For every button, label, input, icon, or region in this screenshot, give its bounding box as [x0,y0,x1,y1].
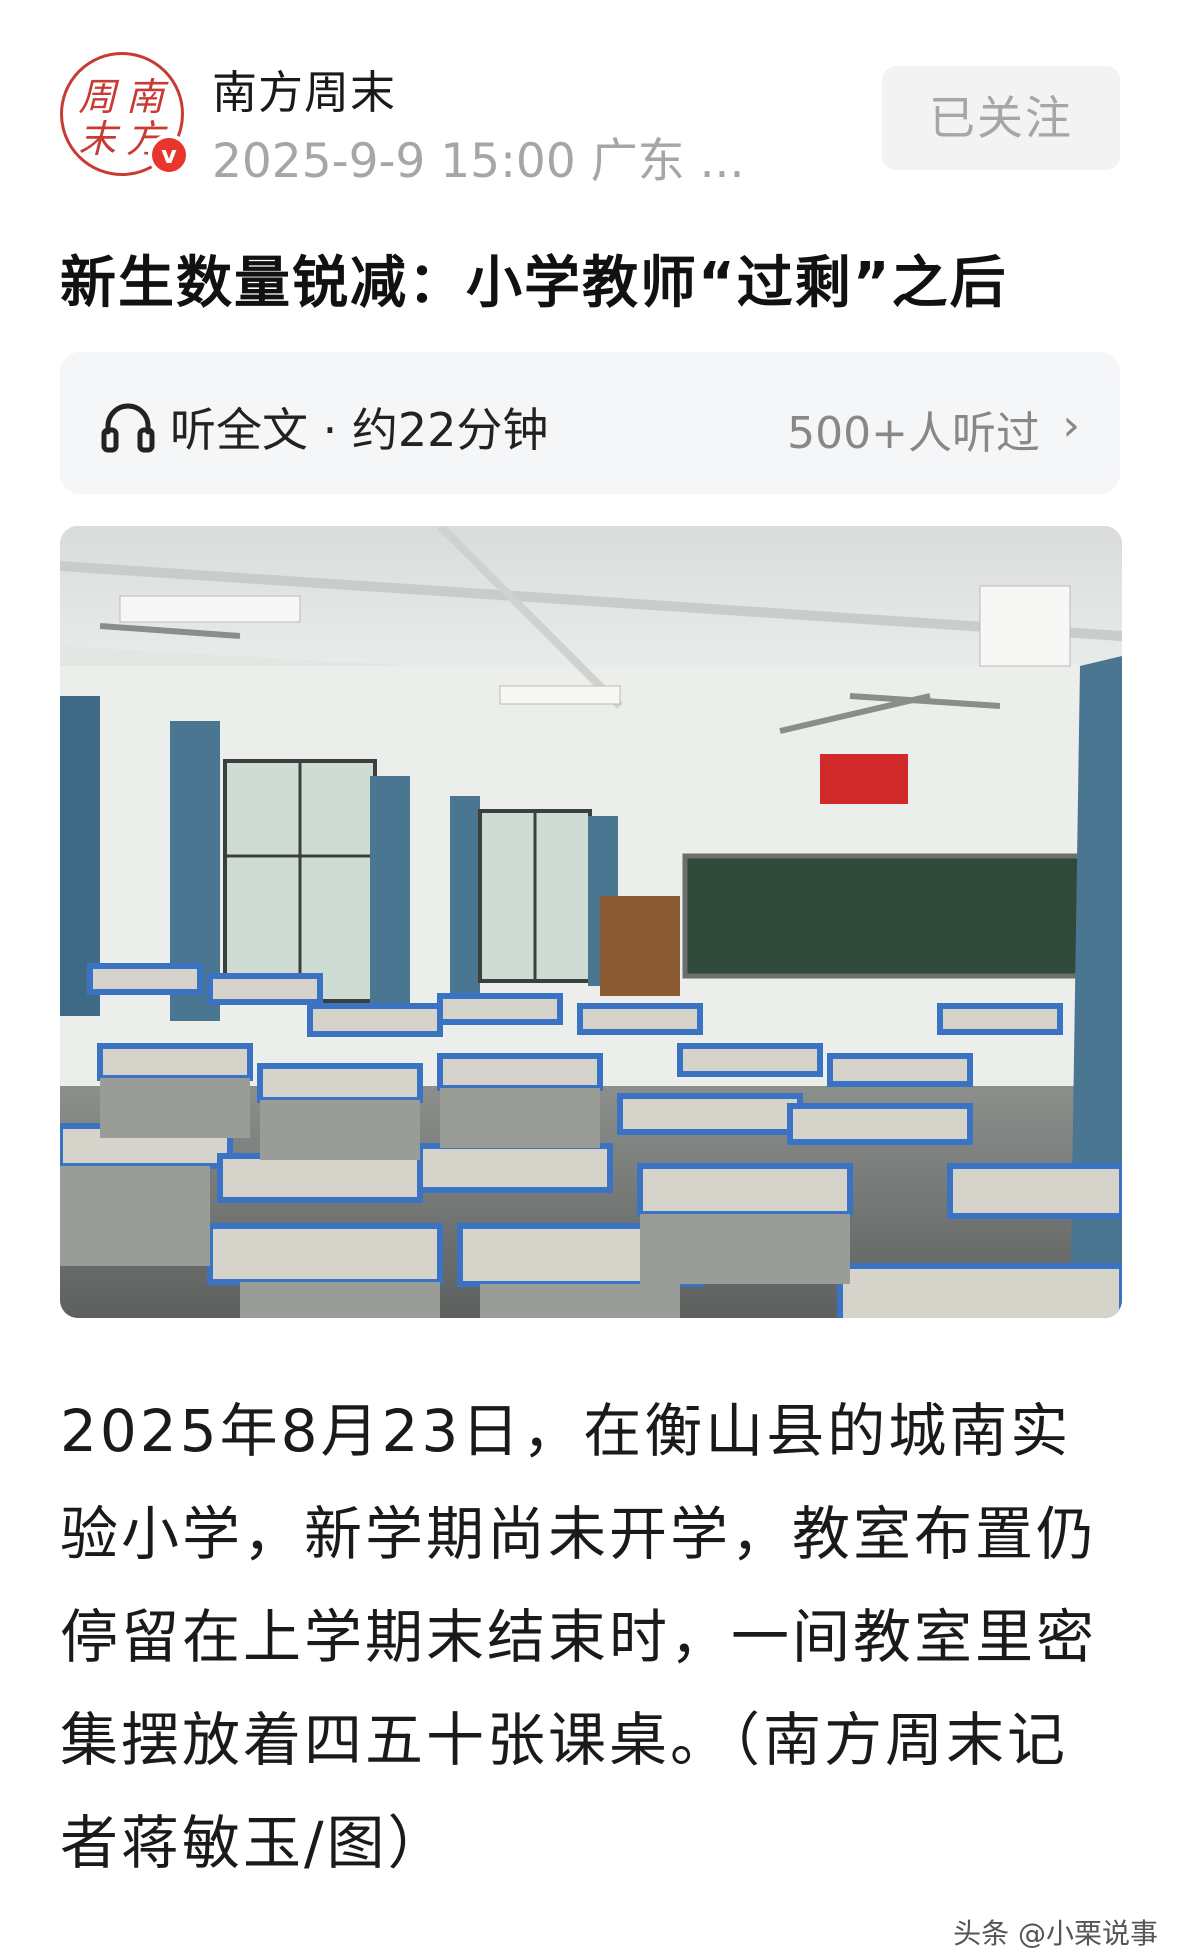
follow-button[interactable]: 已关注 [882,66,1120,170]
svg-text:周: 周 [78,75,120,119]
classroom-photo[interactable] [60,526,1122,1318]
verified-badge-icon: v [148,134,190,176]
watermark: 头条 @小栗说事 [953,1917,1158,1950]
svg-text:末: 末 [78,117,121,161]
listen-label: 听全文 · 约22分钟 [170,403,549,457]
classroom-illustration [60,526,1122,1318]
article-title: 新生数量锐减：小学教师“过剩”之后 [60,251,1008,316]
headphone-icon [101,403,155,453]
listen-count: 500+人听过 [787,408,1040,459]
article-body: 2025年8月23日，在衡山县的城南实验小学，新学期尚未开学，教室布置仍停留在上… [60,1397,1098,1877]
author-name[interactable]: 南方周末 [212,56,396,121]
chevron-right-icon: › [1062,400,1080,451]
publish-meta: 2025-9-9 15:00 广东 ... [212,134,745,189]
listen-full-article-bar[interactable]: 听全文 · 约22分钟 500+人听过 › [60,352,1120,494]
article-header: 周 南 末 方 v 南方周末 2025-9-9 15:00 广东 ... 已关注 [60,52,1120,189]
svg-text:南: 南 [126,75,169,119]
